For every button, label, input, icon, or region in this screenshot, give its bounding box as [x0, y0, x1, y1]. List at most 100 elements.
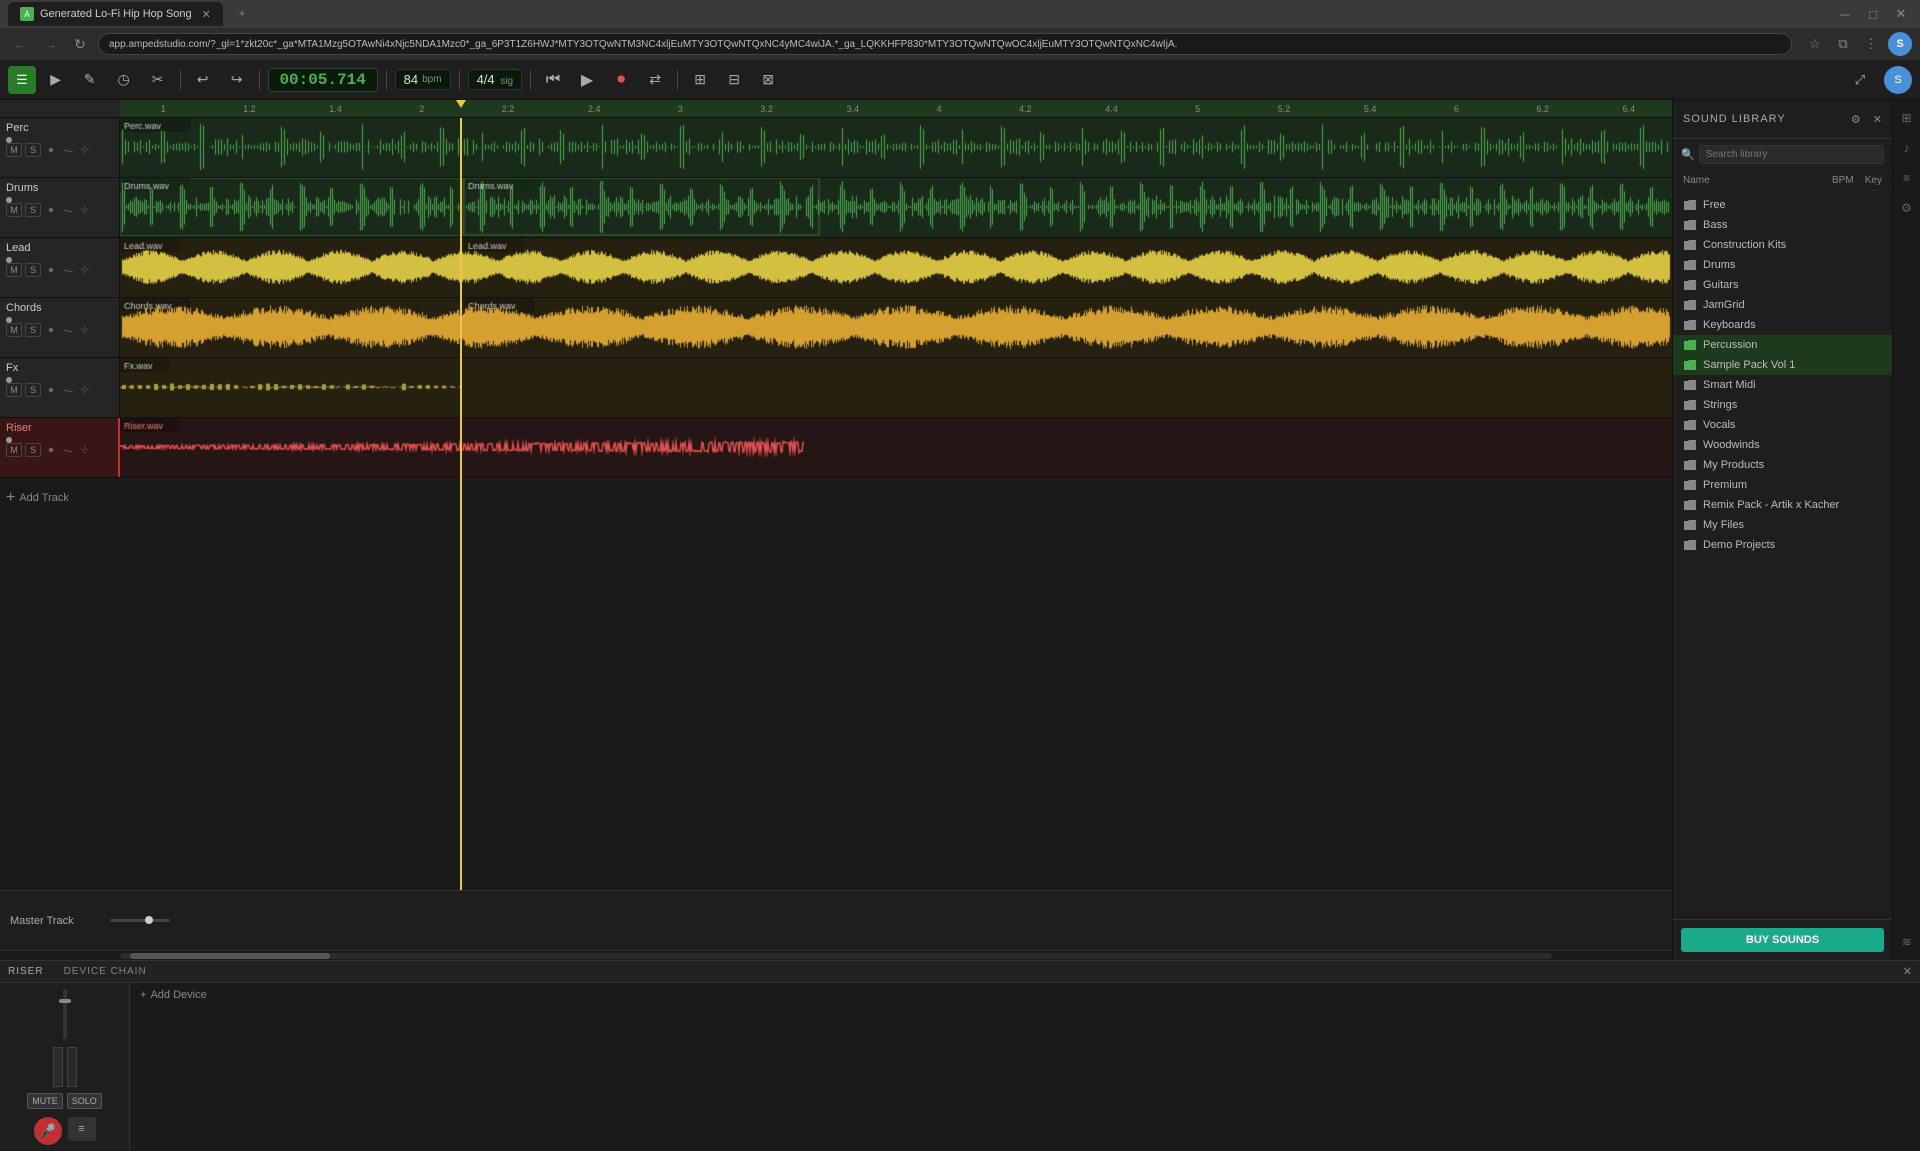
library-item-my-products[interactable]: My Products: [1673, 455, 1892, 475]
side-icon-2[interactable]: ♪: [1897, 138, 1917, 158]
select-tool-button[interactable]: ▶: [42, 66, 70, 94]
riser-record-icon[interactable]: ⏺: [44, 443, 58, 457]
zoom-icon[interactable]: ⤢: [1846, 66, 1874, 94]
track-content-fx[interactable]: [120, 358, 1672, 417]
library-item-keyboards[interactable]: Keyboards: [1673, 315, 1892, 335]
time-sig-display[interactable]: 4/4 sig: [468, 69, 523, 90]
riser-mute-btn[interactable]: M: [6, 443, 22, 457]
library-item-woodwinds[interactable]: Woodwinds: [1673, 435, 1892, 455]
drums-vol-knob[interactable]: [6, 197, 12, 203]
library-item-drums[interactable]: Drums: [1673, 255, 1892, 275]
drums-expand-icon[interactable]: ⊹: [78, 203, 92, 217]
reload-button[interactable]: ↻: [68, 32, 92, 56]
library-item-free[interactable]: Free: [1673, 195, 1892, 215]
lead-solo-btn[interactable]: S: [25, 263, 41, 277]
perc-vol-knob[interactable]: [6, 137, 12, 143]
library-item-sample-pack[interactable]: Sample Pack Vol 1: [1673, 355, 1892, 375]
settings-icon[interactable]: ⋮: [1860, 33, 1882, 55]
fx-solo-btn[interactable]: S: [25, 383, 41, 397]
menu-button[interactable]: ☰: [8, 66, 36, 94]
skip-back-button[interactable]: ⏮: [539, 66, 567, 94]
perc-record-icon[interactable]: ⏺: [44, 143, 58, 157]
new-tab-button[interactable]: +: [227, 2, 257, 26]
scroll-track[interactable]: [120, 953, 1552, 959]
library-item-strings[interactable]: Strings: [1673, 395, 1892, 415]
track-content-chords[interactable]: [120, 298, 1672, 357]
add-device-button[interactable]: + Add Device: [140, 989, 1910, 1001]
buy-sounds-button[interactable]: BUY SOUNDS: [1681, 928, 1884, 952]
bookmark-icon[interactable]: ☆: [1804, 33, 1826, 55]
bpm-display[interactable]: 84 bpm: [395, 69, 451, 90]
fx-waveform-icon[interactable]: 〜: [61, 383, 75, 397]
library-settings-icon[interactable]: ⚙: [1845, 108, 1867, 130]
library-item-percussion[interactable]: Percussion: [1673, 335, 1892, 355]
chords-record-icon[interactable]: ⏺: [44, 323, 58, 337]
redo-button[interactable]: ↪: [223, 66, 251, 94]
chords-expand-icon[interactable]: ⊹: [78, 323, 92, 337]
tracks-scroll-area[interactable]: Perc M S ⏺ 〜 ⊹: [0, 118, 1672, 890]
library-search-input[interactable]: [1699, 145, 1884, 164]
minimize-icon[interactable]: ─: [1834, 3, 1856, 25]
track-content-drums[interactable]: [120, 178, 1672, 237]
lead-mute-btn[interactable]: M: [6, 263, 22, 277]
riser-waveform-icon[interactable]: 〜: [61, 443, 75, 457]
user-avatar[interactable]: S: [1884, 66, 1912, 94]
track-content-lead[interactable]: [120, 238, 1672, 297]
profile-avatar[interactable]: S: [1888, 32, 1912, 56]
scroll-thumb[interactable]: [130, 953, 330, 959]
chords-mute-btn[interactable]: M: [6, 323, 22, 337]
perc-solo-btn[interactable]: S: [25, 143, 41, 157]
fx-record-icon[interactable]: ⏺: [44, 383, 58, 397]
riser-vol-knob[interactable]: [6, 437, 12, 443]
library-item-jamgrid[interactable]: JamGrid: [1673, 295, 1892, 315]
drums-waveform-icon[interactable]: 〜: [61, 203, 75, 217]
perc-waveform-icon[interactable]: 〜: [61, 143, 75, 157]
fx-mute-btn[interactable]: M: [6, 383, 22, 397]
fader-thumb[interactable]: [59, 999, 71, 1003]
chords-solo-btn[interactable]: S: [25, 323, 41, 337]
clock-tool-button[interactable]: ◷: [110, 66, 138, 94]
panel-close-button[interactable]: ✕: [1903, 965, 1912, 978]
fader-track[interactable]: [63, 989, 67, 1039]
drums-record-icon[interactable]: ⏺: [44, 203, 58, 217]
perc-expand-icon[interactable]: ⊹: [78, 143, 92, 157]
cut-tool-button[interactable]: ✂: [144, 66, 172, 94]
tab-close-icon[interactable]: ✕: [202, 8, 211, 21]
riser-solo-btn[interactable]: S: [25, 443, 41, 457]
track-content-perc[interactable]: [120, 118, 1672, 177]
riser-solo-button[interactable]: SOLO: [67, 1093, 102, 1109]
riser-mic-button[interactable]: 🎤: [34, 1117, 62, 1145]
riser-mute-button[interactable]: MUTE: [27, 1093, 63, 1109]
master-volume-knob[interactable]: [145, 916, 153, 924]
library-item-smart-midi[interactable]: Smart Midi: [1673, 375, 1892, 395]
library-item-vocals[interactable]: Vocals: [1673, 415, 1892, 435]
drums-mute-btn[interactable]: M: [6, 203, 22, 217]
drums-solo-btn[interactable]: S: [25, 203, 41, 217]
lead-waveform-icon[interactable]: 〜: [61, 263, 75, 277]
side-icon-bottom[interactable]: ≋: [1897, 932, 1917, 952]
library-item-remix-pack[interactable]: Remix Pack - Artik x Kacher: [1673, 495, 1892, 515]
lead-record-icon[interactable]: ⏺: [44, 263, 58, 277]
perc-mute-btn[interactable]: M: [6, 143, 22, 157]
lead-vol-knob[interactable]: [6, 257, 12, 263]
library-item-demo-projects[interactable]: Demo Projects: [1673, 535, 1892, 555]
loop-button[interactable]: ⇄: [641, 66, 669, 94]
library-item-guitars[interactable]: Guitars: [1673, 275, 1892, 295]
play-button[interactable]: ▶: [573, 66, 601, 94]
track-content-riser[interactable]: [120, 418, 1672, 477]
close-window-icon[interactable]: ✕: [1890, 3, 1912, 25]
riser-eq-button[interactable]: ≡: [68, 1117, 96, 1141]
draw-tool-button[interactable]: ✎: [76, 66, 104, 94]
chords-vol-knob[interactable]: [6, 317, 12, 323]
add-track-area[interactable]: + Add Track: [0, 478, 1672, 518]
back-button[interactable]: ←: [8, 32, 32, 56]
library-item-bass[interactable]: Bass: [1673, 215, 1892, 235]
side-icon-1[interactable]: ⊞: [1897, 108, 1917, 128]
mix-button[interactable]: ⊟: [720, 66, 748, 94]
side-icon-eq[interactable]: ≡: [1897, 168, 1917, 188]
master-volume-slider[interactable]: [110, 919, 170, 922]
lead-expand-icon[interactable]: ⊹: [78, 263, 92, 277]
browser-tab-active[interactable]: A Generated Lo-Fi Hip Hop Song ✕: [8, 2, 223, 26]
arrange-button[interactable]: ⊞: [686, 66, 714, 94]
library-item-premium[interactable]: Premium: [1673, 475, 1892, 495]
